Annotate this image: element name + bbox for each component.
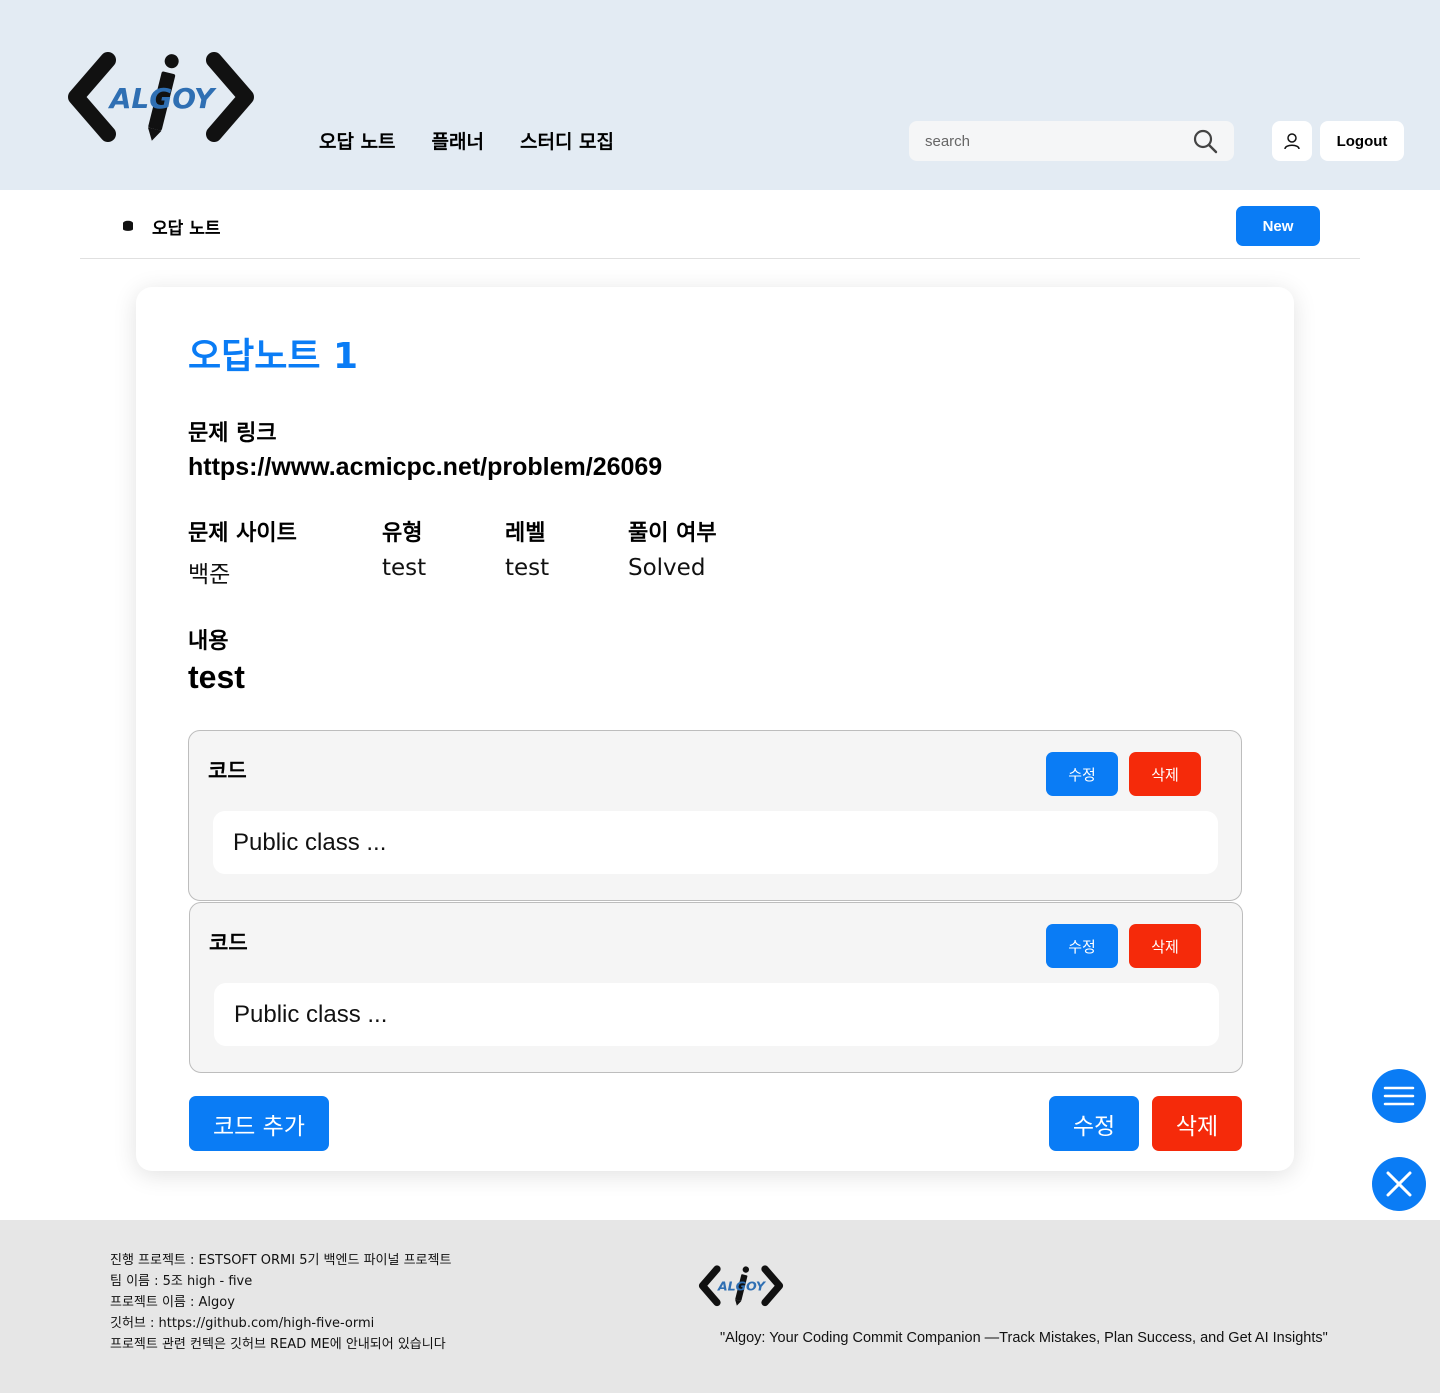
code-block: 코드 수정 삭제 Public class ...	[188, 730, 1242, 901]
header: ALGOY 오답 노트 플래너 스터디 모집 Logout	[0, 0, 1440, 190]
code-edit-button[interactable]: 수정	[1046, 924, 1118, 968]
close-fab[interactable]	[1372, 1157, 1426, 1211]
code-block: 코드 수정 삭제 Public class ...	[189, 902, 1243, 1073]
footer-logo: ALGOY	[698, 1265, 784, 1307]
type-value: test	[382, 555, 427, 581]
level-label: 레벨	[505, 521, 546, 546]
user-icon	[1284, 133, 1300, 150]
search-input[interactable]	[925, 121, 1175, 161]
code-delete-button[interactable]: 삭제	[1129, 924, 1201, 968]
nav-item-planner[interactable]: 플래너	[432, 127, 484, 154]
link-label: 문제 링크	[188, 421, 277, 446]
profile-button[interactable]	[1272, 121, 1312, 161]
database-icon	[123, 220, 133, 231]
footer-line: 프로젝트 관련 컨텍은 깃허브 READ ME에 안내되어 있습니다	[110, 1337, 446, 1352]
code-content[interactable]: Public class ...	[214, 983, 1219, 1046]
nav-item-wrong-notes[interactable]: 오답 노트	[319, 127, 396, 154]
footer-quote: "Algoy: Your Coding Commit Companion —Tr…	[720, 1330, 1328, 1346]
solved-label: 풀이 여부	[628, 521, 717, 546]
page-title: 오답 노트	[152, 219, 221, 239]
logout-button[interactable]: Logout	[1320, 121, 1404, 161]
close-icon	[1386, 1171, 1412, 1197]
code-label: 코드	[209, 931, 248, 955]
search-icon[interactable]	[1192, 128, 1218, 154]
code-label: 코드	[208, 759, 247, 783]
search-bar	[909, 121, 1234, 161]
menu-icon	[1383, 1086, 1415, 1106]
page-toolbar: 오답 노트 New	[80, 190, 1360, 259]
delete-note-button[interactable]: 삭제	[1152, 1096, 1242, 1151]
footer-line[interactable]: 깃허브 : https://github.com/high-five-ormi	[110, 1313, 451, 1334]
footer: 진행 프로젝트 : ESTSOFT ORMI 5기 백엔드 파이널 프로젝트 팀…	[0, 1220, 1440, 1393]
footer-info: 진행 프로젝트 : ESTSOFT ORMI 5기 백엔드 파이널 프로젝트 팀…	[110, 1250, 451, 1355]
site-label: 문제 사이트	[188, 521, 297, 546]
code-edit-button[interactable]: 수정	[1046, 752, 1118, 796]
algoy-logo[interactable]: ALGOY	[66, 50, 256, 145]
content-label: 내용	[188, 629, 229, 654]
footer-logo-text: ALGOY	[717, 1279, 767, 1294]
site-value: 백준	[188, 562, 231, 588]
footer-line: 진행 프로젝트 : ESTSOFT ORMI 5기 백엔드 파이널 프로젝트	[110, 1253, 452, 1268]
logo-text: ALGOY	[108, 82, 217, 115]
main-nav: 오답 노트 플래너 스터디 모집	[319, 127, 650, 154]
solved-value: Solved	[628, 555, 706, 581]
problem-link[interactable]: https://www.acmicpc.net/problem/26069	[188, 453, 662, 482]
code-content[interactable]: Public class ...	[213, 811, 1218, 874]
edit-note-button[interactable]: 수정	[1049, 1096, 1139, 1151]
note-title: 오답노트 1	[188, 336, 359, 377]
add-code-button[interactable]: 코드 추가	[189, 1096, 329, 1151]
nav-item-study[interactable]: 스터디 모집	[520, 127, 614, 154]
level-value: test	[505, 555, 550, 581]
menu-fab[interactable]	[1372, 1069, 1426, 1123]
footer-line: 프로젝트 이름 : Algoy	[110, 1295, 235, 1310]
footer-line: 팀 이름 : 5조 high - five	[110, 1274, 253, 1289]
code-delete-button[interactable]: 삭제	[1129, 752, 1201, 796]
new-button[interactable]: New	[1236, 206, 1320, 246]
note-card: 오답노트 1 문제 링크 https://www.acmicpc.net/pro…	[136, 287, 1294, 1171]
content-value: test	[188, 659, 245, 695]
type-label: 유형	[382, 521, 423, 546]
